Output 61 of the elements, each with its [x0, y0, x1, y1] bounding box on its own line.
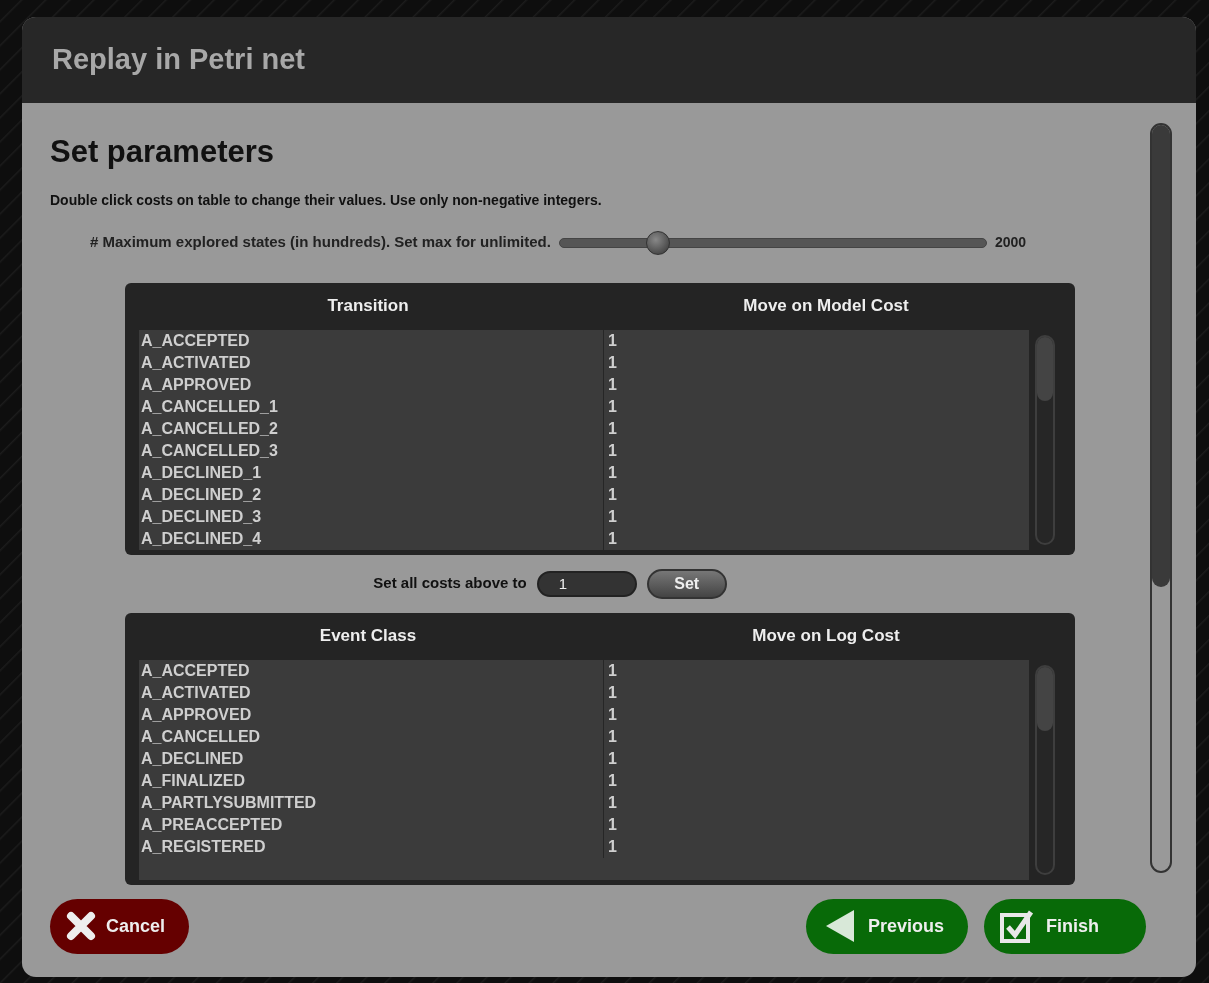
column-header: Event Class [318, 625, 418, 648]
slider-thumb[interactable] [645, 230, 670, 255]
scrollbar[interactable] [1035, 334, 1055, 545]
table-cell-text: A_APPROVED [140, 374, 253, 395]
slider[interactable] [558, 230, 987, 255]
table-cell-text: A_ACTIVATED [140, 352, 252, 373]
table-cell-text: A_ACCEPTED [140, 660, 251, 681]
table-cell-text: A_ACCEPTED [140, 330, 251, 351]
finish-button[interactable]: Finish [984, 898, 1146, 954]
set-button[interactable]: Set [646, 568, 727, 599]
column-header: Transition [326, 295, 410, 318]
table-cell[interactable]: 1 [604, 659, 617, 682]
table-cell-text: A_ACTIVATED [140, 682, 252, 703]
table-cell[interactable]: 1 [604, 813, 617, 836]
close-icon [66, 911, 96, 941]
table-cell-text: A_APPROVED [140, 704, 253, 725]
column-header: Move on Model Cost [742, 295, 910, 318]
table-cell[interactable]: 1 [604, 483, 617, 506]
table-cell-text: A_PREACCEPTED [140, 814, 284, 835]
table-cell[interactable]: 1 [604, 461, 617, 484]
slider-label: # Maximum explored states (in hundreds). Set max for unlimited. [90, 232, 551, 253]
table-cell-text: A_DECLINED_3 [140, 506, 263, 527]
table-cell-text: A_DECLINED [140, 748, 245, 769]
table-cell[interactable]: 1 [604, 681, 617, 704]
column-header: Move on Log Cost [751, 625, 901, 648]
triangle-left-icon [826, 910, 854, 942]
table-cell[interactable]: 1 [604, 769, 617, 792]
checkbox-icon [1000, 909, 1034, 943]
instructions: Double click costs on table to change their values. Use only non-negative integers. [50, 190, 603, 210]
table-cell[interactable]: 1 [604, 835, 617, 858]
table-cell-text: A_REGISTERED [140, 836, 267, 857]
table-cell-text: A_DECLINED_1 [140, 462, 263, 483]
table-cell[interactable]: 1 [604, 439, 617, 462]
table-cell-text: A_CANCELLED_1 [140, 396, 279, 417]
table-cell[interactable]: 1 [604, 351, 617, 374]
table-cell-text: A_DECLINED_4 [140, 528, 263, 549]
window-title: Replay in Petri net [52, 42, 305, 78]
table-cell-text: A_CANCELLED_2 [140, 418, 279, 439]
scrollbar[interactable] [1035, 664, 1055, 875]
cost-field[interactable]: 1 [536, 570, 637, 597]
table-cell[interactable]: 1 [604, 329, 617, 352]
table-cell[interactable]: 1 [604, 791, 617, 814]
table-cell[interactable]: 1 [604, 747, 617, 770]
slider-max: 2000 [994, 233, 1027, 252]
table-cell[interactable]: 1 [604, 527, 617, 550]
table-cell[interactable]: 1 [604, 703, 617, 726]
table-cell[interactable]: 1 [604, 395, 617, 418]
section-heading: Set parameters [50, 133, 275, 171]
table-cell[interactable]: 1 [604, 725, 617, 748]
table-cell[interactable]: 1 [604, 417, 617, 440]
table-cell-text: A_PARTLYSUBMITTED [140, 792, 318, 813]
table-cell[interactable]: 1 [604, 505, 617, 528]
table-cell-text: A_CANCELLED_3 [140, 440, 279, 461]
table-cell[interactable]: 1 [604, 373, 617, 396]
set-all-label: Set all costs above to [373, 573, 527, 594]
page-scrollbar[interactable] [1150, 123, 1172, 873]
table-cell-text: A_CANCELLED [140, 726, 262, 747]
table-cell-text: A_FINALIZED [140, 770, 246, 791]
previous-button[interactable]: Previous [806, 898, 968, 954]
cancel-button[interactable]: Cancel [50, 898, 189, 954]
table-cell-text: A_DECLINED_2 [140, 484, 263, 505]
